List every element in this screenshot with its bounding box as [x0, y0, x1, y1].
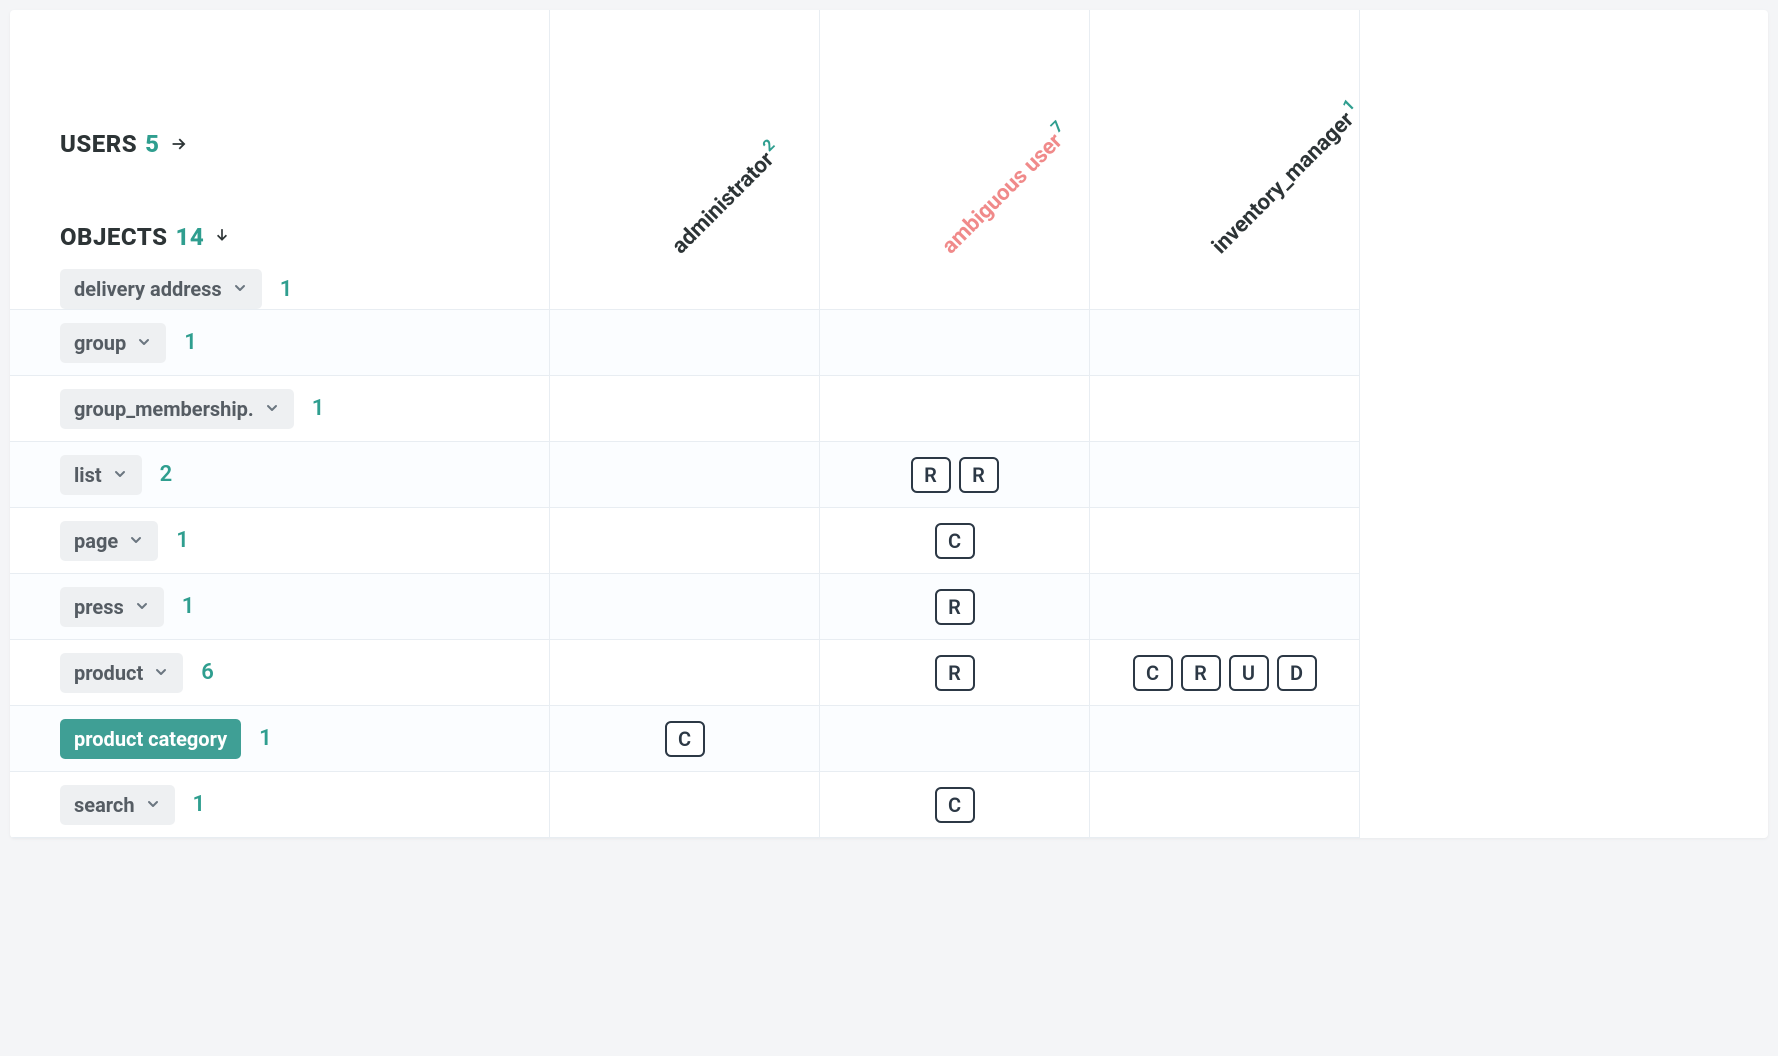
- permission-cell: [1090, 574, 1360, 640]
- permission-cell: [1090, 508, 1360, 574]
- permission-cell: C: [820, 508, 1090, 574]
- permission-cell: [1090, 706, 1360, 772]
- permission-cell: [550, 640, 820, 706]
- user-column-label: ambiguous user7: [937, 122, 1074, 259]
- object-chip[interactable]: group_membership.: [60, 389, 294, 429]
- users-header[interactable]: USERS 5: [60, 130, 549, 158]
- permission-cell: [550, 310, 820, 376]
- permission-badge-r[interactable]: R: [935, 589, 975, 625]
- object-count: 1: [184, 330, 197, 355]
- permission-badge-c[interactable]: C: [935, 787, 975, 823]
- object-count: 1: [176, 528, 189, 553]
- object-label: list: [74, 463, 102, 487]
- permission-cell: [820, 310, 1090, 376]
- object-chip[interactable]: search: [60, 785, 175, 825]
- permission-cell: [550, 442, 820, 508]
- permission-badge-r[interactable]: R: [911, 457, 951, 493]
- objects-count: 14: [176, 223, 205, 251]
- permission-badge-d[interactable]: D: [1277, 655, 1317, 691]
- object-label: page: [74, 529, 118, 553]
- object-row: page 1: [10, 508, 550, 574]
- object-count: 1: [193, 792, 206, 817]
- object-row: group_membership. 1: [10, 376, 550, 442]
- permission-badge-r[interactable]: R: [935, 655, 975, 691]
- user-column-header[interactable]: inventory_manager1: [1090, 10, 1360, 310]
- permission-cell: [550, 772, 820, 838]
- object-chip[interactable]: press: [60, 587, 164, 627]
- permission-cell: [550, 574, 820, 640]
- object-row: list 2: [10, 442, 550, 508]
- user-column-label: administrator2: [667, 141, 785, 259]
- chevron-down-icon: [232, 277, 248, 301]
- chevron-down-icon: [136, 331, 152, 355]
- permission-cell: RR: [820, 442, 1090, 508]
- object-chip[interactable]: list: [60, 455, 142, 495]
- object-label: product category: [74, 727, 227, 751]
- object-count: 1: [259, 726, 272, 751]
- object-count: 1: [312, 396, 325, 421]
- permission-cell: CRUD: [1090, 640, 1360, 706]
- chevron-down-icon: [145, 793, 161, 817]
- object-chip[interactable]: delivery address: [60, 269, 262, 309]
- object-row: press 1: [10, 574, 550, 640]
- user-name: administrator: [667, 147, 779, 259]
- object-chip[interactable]: product: [60, 653, 183, 693]
- object-label: group_membership.: [74, 397, 254, 421]
- chevron-down-icon: [134, 595, 150, 619]
- users-label: USERS: [60, 130, 137, 158]
- chevron-down-icon: [128, 529, 144, 553]
- object-row: product category 1: [10, 706, 550, 772]
- chevron-down-icon: [153, 661, 169, 685]
- permission-badge-c[interactable]: C: [665, 721, 705, 757]
- object-label: press: [74, 595, 124, 619]
- permission-cell: [1090, 376, 1360, 442]
- permissions-matrix-panel: USERS 5 OBJECTS 14 delivery address 1 admin…: [10, 10, 1768, 838]
- objects-header[interactable]: OBJECTS 14: [60, 223, 549, 251]
- users-count: 5: [145, 130, 159, 158]
- user-name: ambiguous user: [937, 129, 1067, 259]
- object-chip[interactable]: product category: [60, 719, 241, 759]
- permission-cell: [1090, 442, 1360, 508]
- user-name: inventory_manager: [1207, 107, 1359, 259]
- user-column-label: inventory_manager1: [1207, 101, 1365, 259]
- object-count: 1: [182, 594, 195, 619]
- object-count: 1: [280, 277, 293, 302]
- objects-label: OBJECTS: [60, 223, 168, 251]
- permission-badge-r[interactable]: R: [959, 457, 999, 493]
- chevron-down-icon: [264, 397, 280, 421]
- permission-cell: C: [550, 706, 820, 772]
- permission-cell: [1090, 772, 1360, 838]
- permission-badge-c[interactable]: C: [935, 523, 975, 559]
- object-chip[interactable]: group: [60, 323, 166, 363]
- object-label: product: [74, 661, 143, 685]
- header-left-cell: USERS 5 OBJECTS 14 delivery address 1: [10, 10, 550, 310]
- object-label: group: [74, 331, 126, 355]
- object-row: search 1: [10, 772, 550, 838]
- permission-badge-u[interactable]: U: [1229, 655, 1269, 691]
- permission-cell: [550, 508, 820, 574]
- permission-cell: [1090, 310, 1360, 376]
- permission-cell: R: [820, 574, 1090, 640]
- user-column-header[interactable]: administrator2: [550, 10, 820, 310]
- object-row: product 6: [10, 640, 550, 706]
- object-row: delivery address 1: [60, 269, 549, 309]
- user-column-header[interactable]: ambiguous user7: [820, 10, 1090, 310]
- arrow-right-icon: [168, 133, 190, 155]
- arrow-down-icon: [212, 223, 232, 251]
- chevron-down-icon: [112, 463, 128, 487]
- object-count: 6: [201, 660, 214, 685]
- permission-cell: [550, 376, 820, 442]
- object-row: group 1: [10, 310, 550, 376]
- object-label: search: [74, 793, 135, 817]
- permission-badge-r[interactable]: R: [1181, 655, 1221, 691]
- permission-cell: [820, 376, 1090, 442]
- permission-cell: C: [820, 772, 1090, 838]
- object-label: delivery address: [74, 277, 222, 301]
- permission-cell: [820, 706, 1090, 772]
- permission-badge-c[interactable]: C: [1133, 655, 1173, 691]
- object-count: 2: [160, 462, 173, 487]
- object-chip[interactable]: page: [60, 521, 158, 561]
- permission-cell: R: [820, 640, 1090, 706]
